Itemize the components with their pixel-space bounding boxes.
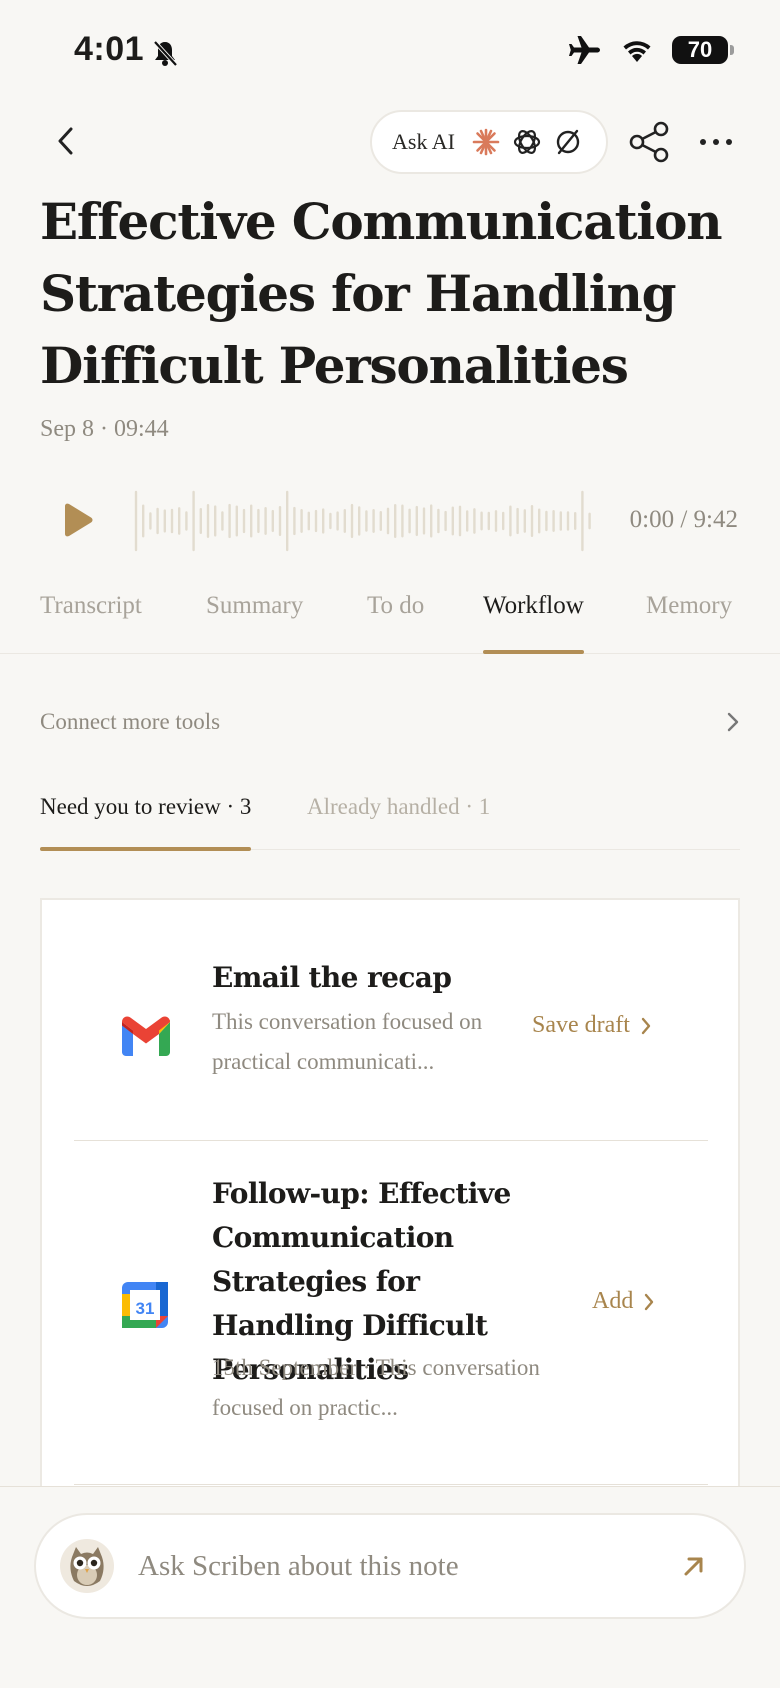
back-button[interactable]	[46, 118, 86, 164]
tab-transcript[interactable]: Transcript	[40, 592, 142, 654]
connect-tools-label: Connect more tools	[40, 709, 221, 734]
waveform-scrubber[interactable]	[134, 490, 596, 552]
more-options-button[interactable]	[696, 126, 736, 158]
note-meta: Sep 8 · 09:44	[40, 416, 169, 442]
play-icon	[65, 503, 93, 537]
battery-indicator: 70	[672, 36, 734, 64]
claude-icon	[472, 128, 500, 156]
silent-bell-icon	[153, 40, 178, 67]
tab-summary[interactable]: Summary	[206, 592, 303, 654]
owl-avatar-icon	[60, 1539, 114, 1593]
dot-icon	[726, 139, 732, 145]
item-divider	[74, 1484, 708, 1485]
chevron-right-icon	[641, 1017, 651, 1034]
item-description: This conversation focused on practical c…	[212, 1009, 483, 1074]
play-button[interactable]	[60, 502, 94, 538]
ask-ai-label: Ask AI	[392, 129, 455, 154]
ask-ai-button[interactable]: Ask AI	[370, 110, 608, 174]
action-label: Save draft	[532, 1012, 630, 1038]
subtab-need-review[interactable]: Need you to review · 3	[40, 794, 252, 851]
tab-workflow[interactable]: Workflow	[483, 592, 584, 654]
tab-to-do[interactable]: To do	[367, 592, 424, 654]
wifi-icon	[623, 41, 651, 62]
dot-icon	[700, 139, 706, 145]
audio-time: 0:00 / 9:42	[629, 506, 738, 533]
workflow-subtabs: Need you to review · 3 Already handled ·…	[40, 790, 740, 851]
status-bar: 4:01 70	[0, 0, 780, 100]
chevron-right-icon	[727, 712, 739, 732]
action-label: Add	[592, 1288, 634, 1314]
review-card: Email the recap This conversation focuse…	[40, 898, 740, 1518]
calendar-day: 31	[136, 1299, 155, 1318]
arrow-up-right-icon[interactable]	[680, 1552, 708, 1580]
airplane-icon	[569, 36, 600, 64]
perplexity-icon	[556, 129, 580, 155]
note-title: Effective Communication Strategies for H…	[40, 192, 723, 395]
note-tabs: Transcript Summary To do Workflow Memory	[0, 586, 780, 654]
add-event-button[interactable]: Add	[592, 1288, 655, 1315]
ask-scriben-input[interactable]: Ask Scriben about this note	[34, 1513, 746, 1619]
google-calendar-icon: 31	[122, 1282, 168, 1328]
bottom-bar: Ask Scriben about this note	[0, 1486, 780, 1688]
dot-icon	[713, 139, 719, 145]
share-button[interactable]	[628, 120, 672, 164]
ask-input-placeholder: Ask Scriben about this note	[138, 1549, 459, 1582]
connect-tools-row[interactable]: Connect more tools	[40, 704, 740, 740]
item-title: Email the recap	[212, 961, 452, 994]
chatgpt-icon	[513, 130, 541, 154]
subtab-already-handled[interactable]: Already handled · 1	[307, 794, 490, 850]
gmail-icon	[122, 1016, 170, 1056]
status-time: 4:01	[74, 30, 145, 68]
chevron-left-icon	[58, 127, 73, 155]
tab-memory[interactable]: Memory	[646, 592, 732, 654]
chevron-right-icon	[645, 1293, 654, 1310]
item-description: 15th September · This conversation focus…	[212, 1355, 540, 1420]
share-icon	[629, 121, 669, 163]
save-draft-button[interactable]: Save draft	[532, 1012, 652, 1039]
